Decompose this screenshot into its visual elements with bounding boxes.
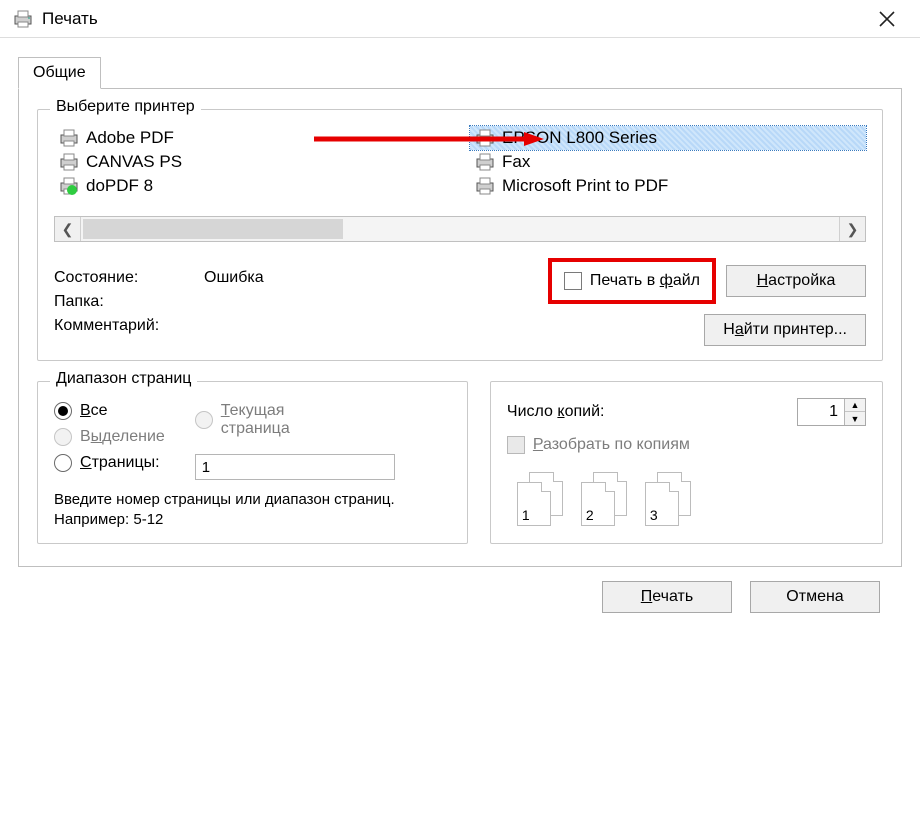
printer-item[interactable]: Adobe PDF bbox=[54, 126, 450, 150]
radio-selection bbox=[54, 428, 72, 446]
printer-name: CANVAS PS bbox=[86, 152, 182, 172]
window-title: Печать bbox=[34, 9, 864, 29]
radio-pages-label: Страницы: bbox=[80, 454, 160, 472]
printer-item[interactable]: Microsoft Print to PDF bbox=[470, 174, 866, 198]
collate-label: Разобрать по копиям bbox=[533, 436, 690, 454]
state-value: Ошибка bbox=[204, 269, 264, 287]
radio-current bbox=[195, 411, 213, 429]
spinner-up[interactable]: ▲ bbox=[845, 399, 865, 412]
scroll-left-button[interactable]: ❮ bbox=[55, 217, 81, 241]
print-button[interactable]: Печать bbox=[602, 581, 732, 613]
cancel-button[interactable]: Отмена bbox=[750, 581, 880, 613]
copies-spinner[interactable]: ▲ ▼ bbox=[797, 398, 866, 426]
radio-pages[interactable] bbox=[54, 454, 72, 472]
dialog-footer: Печать Отмена bbox=[18, 567, 902, 627]
print-to-file-highlight: Печать в файл bbox=[548, 258, 716, 304]
printer-list[interactable]: Adobe PDF CANVAS PS doPDF 8 bbox=[54, 126, 866, 198]
collate-checkbox bbox=[507, 436, 525, 454]
tab-general[interactable]: Общие bbox=[18, 57, 101, 89]
printer-item[interactable]: doPDF 8 bbox=[54, 174, 450, 198]
state-label: Состояние: bbox=[54, 269, 184, 287]
radio-current-label: Текущаястраница bbox=[221, 402, 290, 438]
radio-all-label: Все bbox=[80, 402, 108, 420]
status-ok-icon bbox=[67, 185, 77, 195]
group-page-range: Диапазон страниц Все Выделение bbox=[37, 381, 468, 544]
tab-strip: Общие bbox=[18, 57, 902, 89]
horizontal-scrollbar[interactable]: ❮ ❯ bbox=[54, 216, 866, 242]
printer-name: Fax bbox=[502, 152, 530, 172]
collate-illustration: 1 1 2 2 3 3 bbox=[507, 472, 866, 528]
group-copies: Число копий: ▲ ▼ Разобрать по копиям bbox=[490, 381, 883, 544]
printer-item[interactable]: CANVAS PS bbox=[54, 150, 450, 174]
printer-icon bbox=[474, 153, 496, 171]
scroll-right-button[interactable]: ❯ bbox=[839, 217, 865, 241]
find-printer-button[interactable]: Найти принтер... bbox=[704, 314, 866, 346]
print-to-file-label: Печать в файл bbox=[590, 272, 700, 290]
printer-icon bbox=[474, 129, 496, 147]
close-button[interactable] bbox=[864, 1, 910, 37]
pages-input[interactable] bbox=[195, 454, 395, 480]
titlebar: Печать bbox=[0, 0, 920, 38]
printer-icon bbox=[58, 153, 80, 171]
print-to-file-checkbox[interactable] bbox=[564, 272, 582, 290]
group-legend: Выберите принтер bbox=[50, 98, 201, 116]
tab-panel: Выберите принтер Adobe PDF CANVAS PS bbox=[18, 88, 902, 567]
scroll-thumb[interactable] bbox=[83, 219, 343, 239]
group-legend: Диапазон страниц bbox=[50, 370, 197, 388]
printer-item-selected[interactable]: EPSON L800 Series bbox=[470, 126, 866, 150]
printer-name: Adobe PDF bbox=[86, 128, 174, 148]
printer-name: Microsoft Print to PDF bbox=[502, 176, 668, 196]
page-range-hint: Введите номер страницы или диапазон стра… bbox=[54, 490, 451, 529]
scroll-track-area[interactable] bbox=[345, 217, 839, 241]
settings-button[interactable]: Настройка bbox=[726, 265, 866, 297]
group-select-printer: Выберите принтер Adobe PDF CANVAS PS bbox=[37, 109, 883, 361]
comment-label: Комментарий: bbox=[54, 317, 184, 335]
printer-name: EPSON L800 Series bbox=[502, 128, 657, 148]
spinner-down[interactable]: ▼ bbox=[845, 412, 865, 425]
folder-label: Папка: bbox=[54, 293, 184, 311]
copies-input[interactable] bbox=[798, 399, 844, 425]
printer-icon bbox=[58, 129, 80, 147]
printer-name: doPDF 8 bbox=[86, 176, 153, 196]
radio-selection-label: Выделение bbox=[80, 428, 165, 446]
dialog-body: Общие Выберите принтер Adobe PDF CANVAS bbox=[0, 38, 920, 637]
radio-all[interactable] bbox=[54, 402, 72, 420]
printer-item[interactable]: Fax bbox=[470, 150, 866, 174]
printer-icon bbox=[12, 10, 34, 28]
copies-label: Число копий: bbox=[507, 403, 605, 421]
printer-icon bbox=[474, 177, 496, 195]
